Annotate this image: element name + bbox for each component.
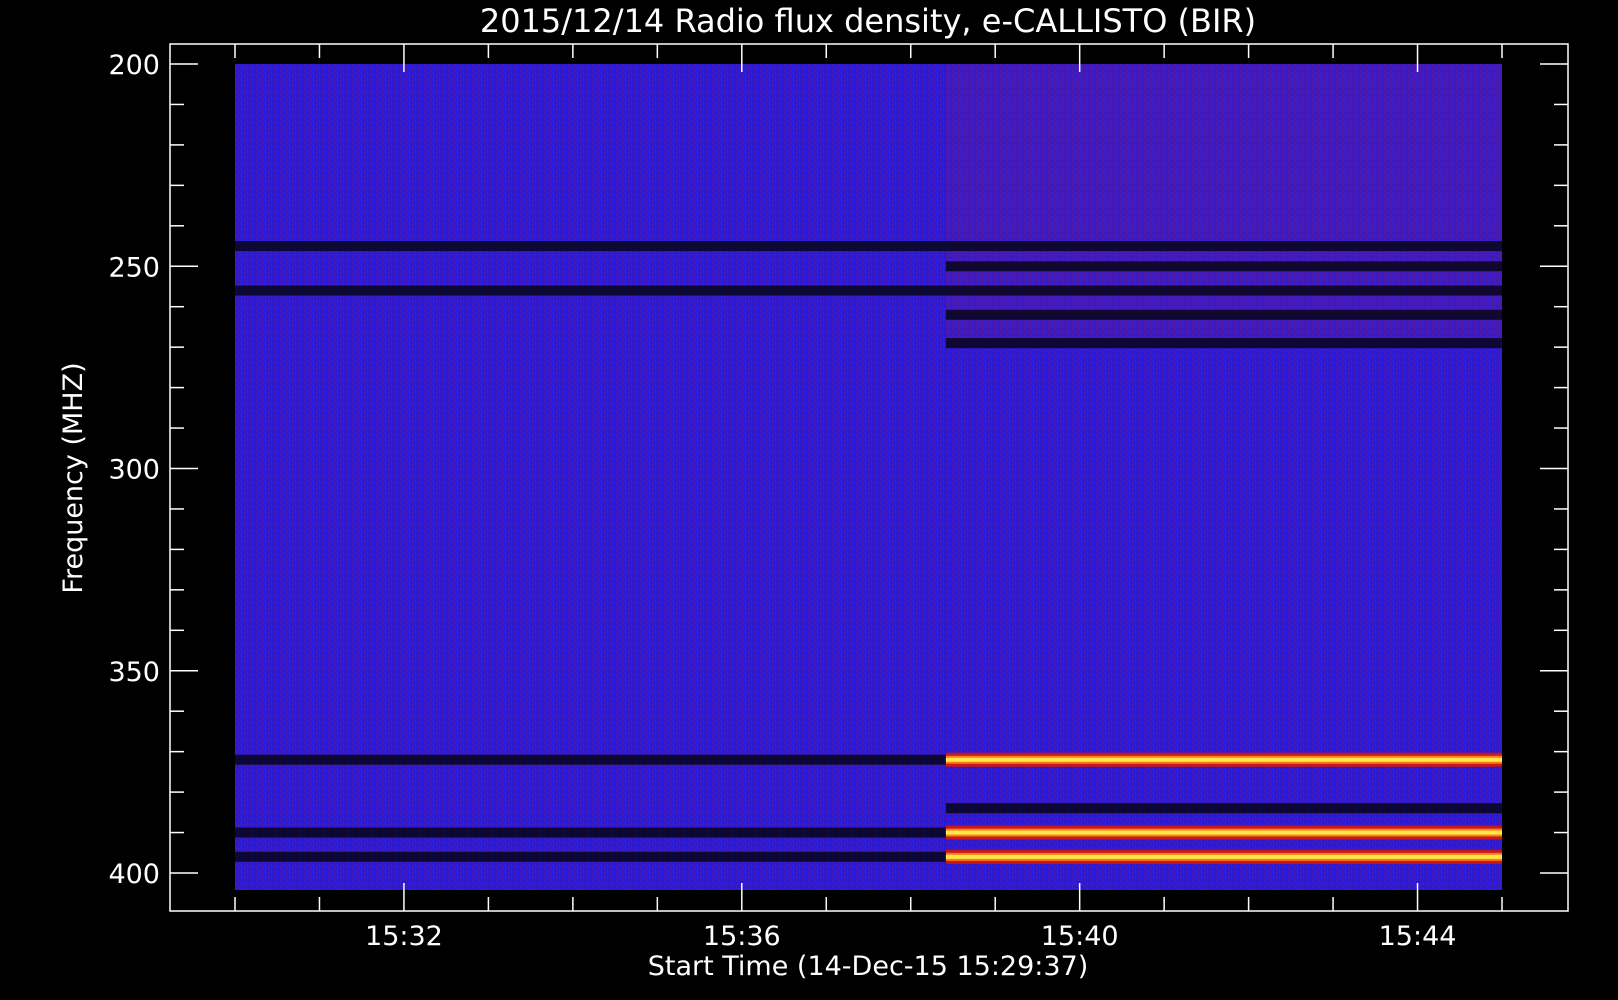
band-7-after xyxy=(945,825,1502,840)
y-tick-label: 350 xyxy=(108,657,160,688)
band-1-after xyxy=(945,261,1502,272)
band-0-after xyxy=(945,241,1502,252)
band-3-after xyxy=(945,309,1502,320)
band-5-before xyxy=(235,754,946,765)
y-tick-label: 200 xyxy=(108,50,160,81)
y-tick-label: 250 xyxy=(108,252,160,283)
band-2-before xyxy=(235,285,946,296)
band-7-before xyxy=(235,827,946,838)
band-8-after xyxy=(945,849,1502,864)
chart-title: 2015/12/14 Radio flux density, e-CALLIST… xyxy=(480,2,1256,40)
band-4-after xyxy=(945,338,1502,349)
segment-before xyxy=(235,64,946,890)
band-0-before xyxy=(235,241,946,252)
band-8-before xyxy=(235,851,946,862)
band-5-after xyxy=(945,752,1502,767)
spectrogram-chart: 2015/12/14 Radio flux density, e-CALLIST… xyxy=(0,0,1618,1000)
y-tick-label: 300 xyxy=(108,455,160,486)
y-tick-label: 400 xyxy=(108,859,160,890)
x-tick-label: 15:36 xyxy=(703,921,781,952)
x-tick-label: 15:44 xyxy=(1379,921,1457,952)
band-2-after xyxy=(945,285,1502,296)
x-tick-label: 15:40 xyxy=(1041,921,1119,952)
band-6-after xyxy=(945,803,1502,814)
segment-after-tint xyxy=(945,64,1502,344)
x-tick-label: 15:32 xyxy=(365,921,443,952)
x-axis-label: Start Time (14-Dec-15 15:29:37) xyxy=(648,951,1089,982)
y-axis-label: Frequency (MHZ) xyxy=(58,362,89,593)
